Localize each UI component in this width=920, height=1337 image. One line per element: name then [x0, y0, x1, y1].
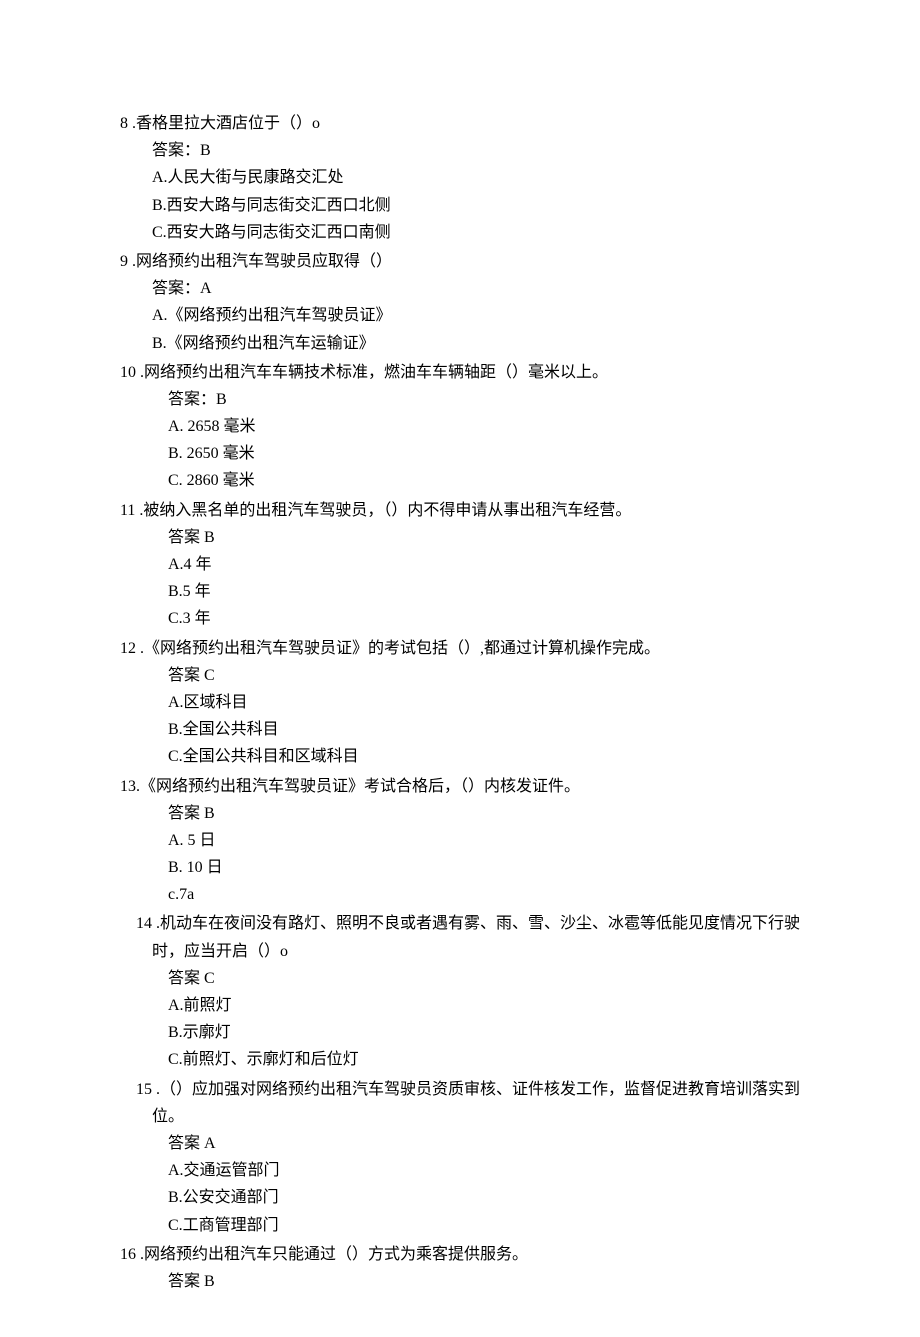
question-sep: . [136, 640, 144, 657]
question-text: 15 .（）应加强对网络预约出租汽车驾驶员资质审核、证件核发工作，监督促进教育培… [136, 1076, 800, 1130]
document-page: 8 .香格里拉大酒店位于（）o 答案：B A.人民大街与民康路交汇处 B.西安大… [0, 0, 920, 1337]
answer-label: 答案 C [120, 965, 800, 992]
question-16: 16 .网络预约出租汽车只能通过（）方式为乘客提供服务。 答案 B [120, 1241, 800, 1295]
question-number: 12 [120, 640, 136, 657]
answer-label: 答案 B [120, 800, 800, 827]
question-8: 8 .香格里拉大酒店位于（）o 答案：B A.人民大街与民康路交汇处 B.西安大… [120, 110, 800, 246]
question-13: 13.《网络预约出租汽车驾驶员证》考试合格后，（）内核发证件。 答案 B A. … [120, 773, 800, 909]
option-a: A.交通运管部门 [120, 1157, 800, 1184]
question-sep: . [128, 253, 136, 270]
option-b: B. 10 日 [120, 854, 800, 881]
answer-label: 答案：B [120, 137, 800, 164]
question-text: 8 .香格里拉大酒店位于（）o [120, 110, 800, 137]
question-10: 10 .网络预约出租汽车车辆技术标准，燃油车车辆轴距（）毫米以上。 答案：B A… [120, 359, 800, 495]
question-body: （）应加强对网络预约出租汽车驾驶员资质审核、证件核发工作，监督促进教育培训落实到… [152, 1081, 800, 1125]
option-c: C.全国公共科目和区域科目 [120, 743, 800, 770]
question-text: 11 .被纳入黑名单的出租汽车驾驶员，（）内不得申请从事出租汽车经营。 [120, 497, 800, 524]
answer-label: 答案 B [120, 524, 800, 551]
question-body: 网络预约出租汽车只能通过（）方式为乘客提供服务。 [144, 1246, 528, 1263]
answer-label: 答案：A [120, 275, 800, 302]
question-sep: . [152, 915, 160, 932]
option-b: B.5 年 [120, 578, 800, 605]
question-sep: . [128, 115, 136, 132]
option-a: A. 2658 毫米 [120, 413, 800, 440]
option-a: A.区域科目 [120, 689, 800, 716]
option-a: A.4 年 [120, 551, 800, 578]
answer-label: 答案 B [120, 1268, 800, 1295]
question-text: 16 .网络预约出租汽车只能通过（）方式为乘客提供服务。 [120, 1241, 800, 1268]
question-number: 15 [136, 1081, 152, 1098]
question-body: 网络预约出租汽车驾驶员应取得（） [136, 253, 392, 270]
answer-label: 答案 C [120, 662, 800, 689]
question-text: 12 .《网络预约出租汽车驾驶员证》的考试包括（）,都通过计算机操作完成。 [120, 635, 800, 662]
question-9: 9 .网络预约出租汽车驾驶员应取得（） 答案：A A.《网络预约出租汽车驾驶员证… [120, 248, 800, 357]
question-text: 13.《网络预约出租汽车驾驶员证》考试合格后，（）内核发证件。 [120, 773, 800, 800]
question-11: 11 .被纳入黑名单的出租汽车驾驶员，（）内不得申请从事出租汽车经营。 答案 B… [120, 497, 800, 633]
question-15: 15 .（）应加强对网络预约出租汽车驾驶员资质审核、证件核发工作，监督促进教育培… [120, 1076, 800, 1239]
option-c: C.西安大路与同志街交汇西口南侧 [120, 219, 800, 246]
question-body: 被纳入黑名单的出租汽车驾驶员，（）内不得申请从事出租汽车经营。 [143, 502, 631, 519]
question-number: 14 [136, 915, 152, 932]
option-c: C.工商管理部门 [120, 1212, 800, 1239]
question-sep: . [136, 1246, 144, 1263]
answer-label: 答案 A [120, 1130, 800, 1157]
question-number: 16 [120, 1246, 136, 1263]
question-text: 14 .机动车在夜间没有路灯、照明不良或者遇有雾、雨、雪、沙尘、冰雹等低能见度情… [136, 910, 800, 964]
question-number: 13. [120, 778, 140, 795]
question-text: 10 .网络预约出租汽车车辆技术标准，燃油车车辆轴距（）毫米以上。 [120, 359, 800, 386]
option-b: B.《网络预约出租汽车运输证》 [120, 330, 800, 357]
option-c: C.前照灯、示廓灯和后位灯 [120, 1046, 800, 1073]
question-body: 网络预约出租汽车车辆技术标准，燃油车车辆轴距（）毫米以上。 [144, 364, 608, 381]
answer-label: 答案：B [120, 386, 800, 413]
option-b: B.示廓灯 [120, 1019, 800, 1046]
question-body: 机动车在夜间没有路灯、照明不良或者遇有雾、雨、雪、沙尘、冰雹等低能见度情况下行驶… [152, 915, 800, 959]
option-b: B.公安交通部门 [120, 1184, 800, 1211]
question-12: 12 .《网络预约出租汽车驾驶员证》的考试包括（）,都通过计算机操作完成。 答案… [120, 635, 800, 771]
question-number: 10 [120, 364, 136, 381]
option-c: C. 2860 毫米 [120, 467, 800, 494]
question-number: 11 [120, 502, 135, 519]
question-sep: . [152, 1081, 160, 1098]
option-a: A.人民大街与民康路交汇处 [120, 164, 800, 191]
question-number: 8 [120, 115, 128, 132]
option-b: B.西安大路与同志街交汇西口北侧 [120, 192, 800, 219]
option-c: c.7a [120, 881, 800, 908]
question-body: 《网络预约出租汽车驾驶员证》考试合格后，（）内核发证件。 [140, 778, 580, 795]
question-sep: . [136, 364, 144, 381]
question-text: 9 .网络预约出租汽车驾驶员应取得（） [120, 248, 800, 275]
option-a: A. 5 日 [120, 827, 800, 854]
question-number: 9 [120, 253, 128, 270]
question-body: 香格里拉大酒店位于（）o [136, 115, 320, 132]
option-a: A.《网络预约出租汽车驾驶员证》 [120, 302, 800, 329]
option-a: A.前照灯 [120, 992, 800, 1019]
question-14: 14 .机动车在夜间没有路灯、照明不良或者遇有雾、雨、雪、沙尘、冰雹等低能见度情… [120, 910, 800, 1073]
option-c: C.3 年 [120, 605, 800, 632]
option-b: B. 2650 毫米 [120, 440, 800, 467]
question-body: 《网络预约出租汽车驾驶员证》的考试包括（）,都通过计算机操作完成。 [144, 640, 660, 657]
option-b: B.全国公共科目 [120, 716, 800, 743]
